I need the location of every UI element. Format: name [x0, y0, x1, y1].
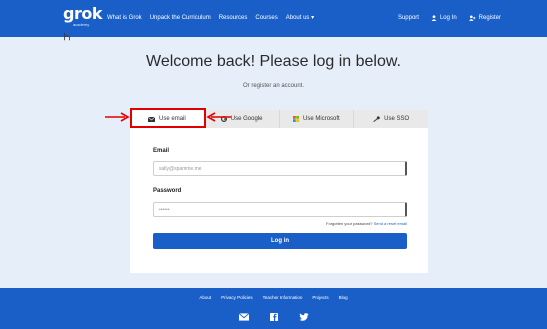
tab-use-microsoft-label: Use Microsoft	[303, 116, 340, 122]
nav-support[interactable]: Support	[398, 14, 419, 22]
footer-link-privacy[interactable]: Privacy Policies	[221, 295, 253, 300]
user-icon	[431, 15, 437, 21]
password-label: Password	[153, 188, 182, 194]
social-links	[0, 313, 547, 321]
primary-nav: What is Grok Unpack the Curriculum Resou…	[107, 14, 314, 22]
footer-link-teacher-info[interactable]: Teacher Information	[263, 295, 303, 300]
password-field[interactable]: ••••••	[153, 202, 407, 217]
nav-register-label: Register	[478, 15, 501, 21]
email-label: Email	[153, 148, 170, 154]
nav-resources[interactable]: Resources	[219, 14, 248, 22]
footer-links: About Privacy Policies Teacher Informati…	[0, 295, 547, 300]
nav-support-label: Support	[397, 15, 419, 21]
tab-use-microsoft[interactable]: Use Microsoft	[278, 110, 354, 128]
email-field[interactable]: sally@spamme.me	[153, 161, 407, 176]
nav-unpack-curriculum[interactable]: Unpack the Curriculum	[150, 14, 211, 22]
footer: About Privacy Policies Teacher Informati…	[0, 288, 547, 329]
facebook-icon[interactable]	[269, 313, 279, 321]
add-user-icon	[468, 15, 476, 21]
top-navbar: grok academy What is Grok Unpack the Cur…	[0, 0, 547, 37]
nav-what-is-grok[interactable]: What is Grok	[107, 14, 142, 22]
tab-use-sso-label: Use SSO	[384, 116, 410, 122]
grok-academy-logo[interactable]: grok academy	[63, 4, 102, 32]
footer-link-blog[interactable]: Blog	[339, 295, 348, 300]
nav-login-label: Log In	[439, 15, 457, 21]
nav-register[interactable]: Register	[468, 14, 501, 22]
nav-login[interactable]: Log In	[431, 14, 457, 22]
send-reset-email-link[interactable]: Send a reset email	[374, 221, 407, 226]
mouse-cursor-icon	[64, 33, 70, 41]
register-link[interactable]: Or register an account.	[0, 83, 547, 89]
key-icon	[373, 116, 380, 122]
forgot-password-prompt: Forgotten your password?	[326, 221, 374, 226]
nav-courses[interactable]: Courses	[255, 14, 277, 22]
email-icon[interactable]	[238, 313, 249, 321]
annotation-arrow-right-icon	[105, 112, 130, 122]
tab-use-google-label: Use Google	[230, 116, 263, 122]
page-title: Welcome back! Please log in below.	[146, 53, 401, 70]
annotation-highlight-box	[130, 108, 206, 128]
login-button[interactable]: Log in	[153, 233, 407, 249]
footer-link-projects[interactable]: Projects	[312, 295, 328, 300]
footer-link-about[interactable]: About	[199, 295, 211, 300]
annotation-arrow-left-icon	[206, 112, 231, 122]
twitter-icon[interactable]	[298, 313, 309, 321]
tab-use-sso[interactable]: Use SSO	[353, 110, 428, 128]
logo-wordmark: grok	[63, 4, 102, 23]
forgot-password-text: Forgotten your password? Send a reset em…	[326, 221, 407, 226]
login-form-card: Email sally@spamme.me Password •••••• Fo…	[130, 128, 428, 273]
nav-about-us[interactable]: About us ▾	[286, 14, 314, 22]
account-nav: Support Log In Register	[398, 14, 501, 22]
microsoft-icon	[293, 116, 300, 122]
